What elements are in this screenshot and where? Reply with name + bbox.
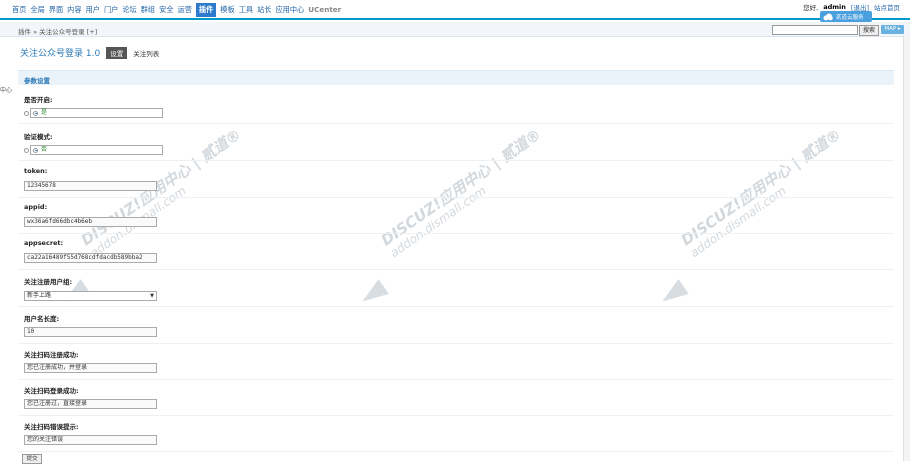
field-label: token: — [24, 167, 48, 175]
map-button[interactable]: MAP ▸ — [881, 25, 904, 34]
search-input[interactable] — [772, 25, 858, 35]
plugin-title: 关注公众号登录 1.0 — [20, 49, 101, 59]
field-label: 是否开启: — [24, 96, 53, 104]
scrollbar[interactable] — [903, 36, 910, 461]
search-button[interactable]: 搜索 — [859, 25, 879, 36]
nav-item[interactable]: 站长 — [257, 5, 271, 17]
field-label: appid: — [24, 203, 48, 211]
radio-icon — [24, 110, 29, 116]
nav-item[interactable]: 工具 — [239, 5, 253, 17]
main-nav: 首页 全局 界面 内容 用户 门户 论坛 群组 安全 运营 插件 模板 工具 站长 应用中心 UCenter — [12, 3, 341, 17]
field-label: appsecret: — [24, 239, 64, 247]
radio-verify-no[interactable]: 否 — [30, 145, 163, 155]
field-token: token: 12345678 — [18, 163, 894, 198]
cloud-service-label: 贰道云服务 — [836, 14, 864, 21]
nav-item[interactable]: 安全 — [159, 5, 173, 17]
error-tip-input[interactable]: 您的关注错误 — [24, 435, 157, 445]
field-name-length: 用户名长度: 10 — [18, 309, 894, 344]
top-navigation-bar: 首页 全局 界面 内容 用户 门户 论坛 群组 安全 运营 插件 模板 工具 站长 应用中心 UCenter … — [0, 0, 910, 20]
cloud-icon — [823, 13, 833, 20]
field-verify: 验证模式: 是 否 — [18, 126, 894, 161]
login-success-input[interactable]: 您已注册过，直接登录 — [24, 399, 157, 409]
nav-item[interactable]: 界面 — [49, 5, 63, 17]
field-register-success: 关注扫码注册成功: 您已注册成功，并登录 — [18, 345, 894, 380]
dropdown-arrow-icon: ▼ — [150, 293, 154, 299]
nav-item[interactable]: 门户 — [104, 5, 118, 17]
section-header: 参数设置 — [18, 70, 894, 85]
radio-selected-icon — [33, 110, 38, 116]
tab-follow-list[interactable]: 关注列表 — [133, 48, 159, 58]
left-menu-fragment[interactable]: 中心 — [0, 85, 12, 94]
field-label: 关注扫码登录成功: — [24, 387, 79, 395]
breadcrumb[interactable]: 插件 » 关注公众号登录 [+] — [18, 26, 97, 36]
field-user-group: 关注注册用户组: 新手上路 ▼ — [18, 272, 894, 307]
field-label: 关注扫码错误提示: — [24, 423, 79, 431]
nav-item[interactable]: 模板 — [220, 5, 234, 17]
radio-enabled-yes[interactable]: 是 — [30, 108, 163, 118]
greeting: 您好, — [803, 4, 819, 12]
field-label: 关注扫码注册成功: — [24, 351, 79, 359]
radio-icon — [24, 147, 29, 153]
submit-button[interactable]: 提交 — [22, 454, 42, 464]
field-appid: appid: wx36a6fd66dbc4b6eb — [18, 199, 894, 234]
field-enabled: 是否开启: 是 否 — [18, 89, 894, 124]
sub-bar: 插件 » 关注公众号登录 [+] 搜索 MAP ▸ — [0, 22, 910, 37]
field-label: 验证模式: — [24, 133, 53, 141]
nav-item[interactable]: 全局 — [30, 5, 44, 17]
nav-item[interactable]: 用户 — [86, 5, 100, 17]
tab-settings[interactable]: 设置 — [106, 46, 128, 59]
nav-item[interactable]: 插件 — [195, 3, 217, 17]
field-label: 用户名长度: — [24, 315, 60, 323]
field-appsecret: appsecret: ca22a16489f55d768cdfdacdb589b… — [18, 235, 894, 270]
appsecret-input[interactable]: ca22a16489f55d768cdfdacdb589bba2 — [24, 253, 157, 263]
section-title: 参数设置 — [24, 77, 50, 85]
nav-item[interactable]: 论坛 — [122, 5, 136, 17]
site-home-link[interactable]: 站点首页 — [874, 2, 900, 12]
nav-item[interactable]: 内容 — [67, 5, 81, 17]
field-label: 关注注册用户组: — [24, 278, 73, 286]
username[interactable]: admin — [823, 3, 846, 11]
field-error-tip: 关注扫码错误提示: 您的关注错误 — [18, 417, 894, 452]
appid-input[interactable]: wx36a6fd66dbc4b6eb — [24, 217, 157, 227]
name-length-input[interactable]: 10 — [24, 327, 157, 337]
register-success-input[interactable]: 您已注册成功，并登录 — [24, 363, 157, 373]
cloud-service-button[interactable]: 贰道云服务 — [820, 11, 872, 22]
radio-selected-icon — [33, 147, 38, 153]
nav-item[interactable]: 首页 — [12, 5, 26, 17]
plugin-header: 关注公众号登录 1.0 设置 关注列表 — [20, 46, 159, 59]
nav-item[interactable]: 群组 — [141, 5, 155, 17]
nav-item[interactable]: 运营 — [178, 5, 192, 17]
nav-item[interactable]: UCenter — [308, 5, 341, 17]
user-group-select[interactable]: 新手上路 ▼ — [24, 291, 157, 301]
nav-item[interactable]: 应用中心 — [275, 5, 304, 17]
token-input[interactable]: 12345678 — [24, 181, 157, 191]
field-login-success: 关注扫码登录成功: 您已注册过，直接登录 — [18, 381, 894, 416]
